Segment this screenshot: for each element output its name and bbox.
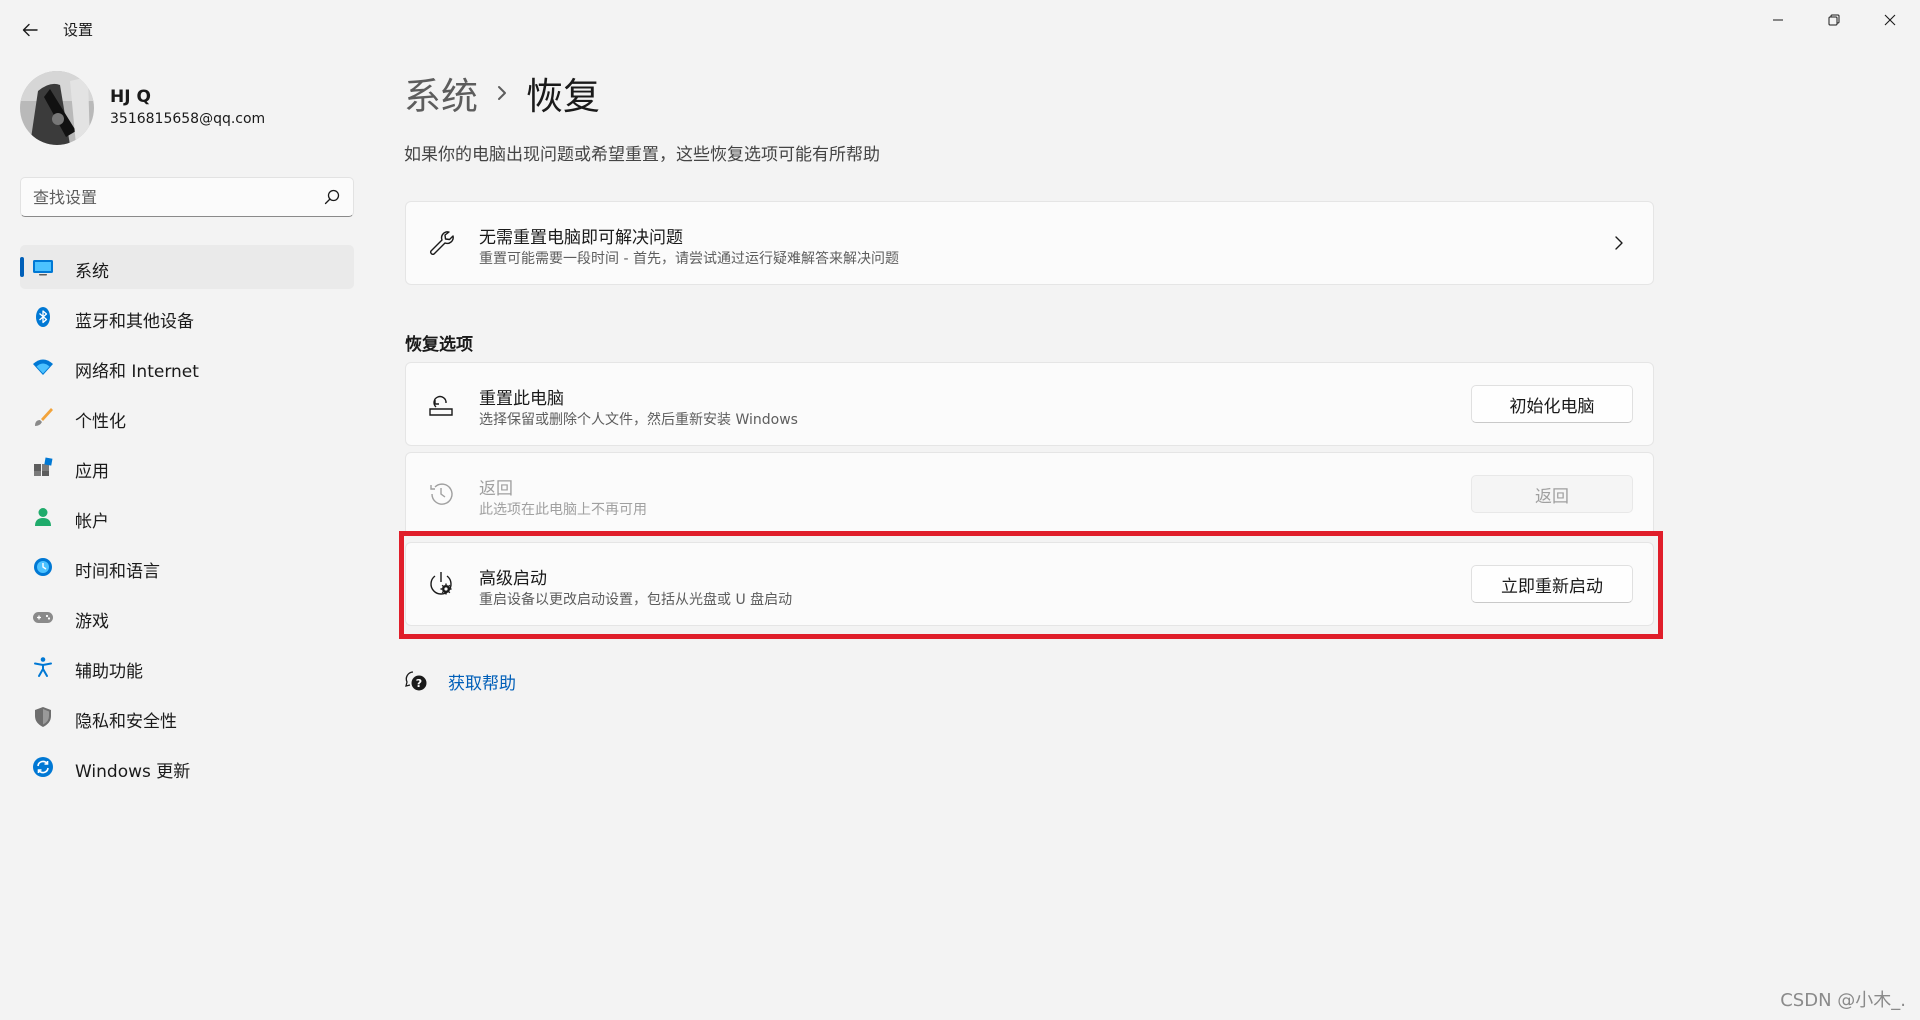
go-back-button: 返回 bbox=[1471, 475, 1633, 513]
card-title: 无需重置电脑即可解决问题 bbox=[479, 228, 683, 248]
sidebar-item-apps[interactable]: 应用 bbox=[20, 445, 354, 489]
card-description: 重启设备以更改启动设置，包括从光盘或 U 盘启动 bbox=[479, 592, 793, 608]
sidebar-item-system[interactable]: 系统 bbox=[20, 245, 354, 289]
chevron-right-icon bbox=[1611, 232, 1627, 254]
history-icon bbox=[426, 479, 456, 509]
bluetooth-icon bbox=[32, 306, 54, 328]
wrench-icon bbox=[426, 228, 456, 258]
sidebar-item-network[interactable]: 网络和 Internet bbox=[20, 345, 354, 389]
sidebar-item-gaming[interactable]: 游戏 bbox=[20, 595, 354, 639]
sidebar-item-label: 时间和语言 bbox=[75, 562, 160, 582]
page-subtitle: 如果你的电脑出现问题或希望重置，这些恢复选项可能有所帮助 bbox=[404, 145, 880, 165]
sidebar-item-label: 个性化 bbox=[75, 412, 126, 432]
card-title: 重置此电脑 bbox=[479, 389, 564, 409]
sidebar-nav: 系统 蓝牙和其他设备 网络和 Internet 个性化 应用 帐户 时间和语言 … bbox=[20, 245, 354, 795]
watermark: CSDN @小木_. bbox=[1780, 990, 1906, 1011]
back-button[interactable] bbox=[14, 14, 46, 46]
get-help-row: ? 获取帮助 bbox=[404, 666, 516, 696]
apps-icon bbox=[32, 456, 54, 478]
back-arrow-icon bbox=[22, 23, 38, 37]
user-name: HJ Q bbox=[110, 87, 151, 107]
gamepad-icon bbox=[32, 606, 54, 628]
card-description: 此选项在此电脑上不再可用 bbox=[479, 502, 647, 518]
sidebar-item-label: 游戏 bbox=[75, 612, 109, 632]
advanced-startup-card: 高级启动 重启设备以更改启动设置，包括从光盘或 U 盘启动 立即重新启动 bbox=[405, 542, 1654, 626]
restore-icon bbox=[1828, 14, 1840, 26]
sidebar-item-label: 帐户 bbox=[75, 512, 109, 532]
card-description: 重置可能需要一段时间 - 首先，请尝试通过运行疑难解答来解决问题 bbox=[479, 251, 899, 267]
breadcrumb: 系统 恢复 bbox=[404, 68, 600, 118]
sidebar-item-bluetooth[interactable]: 蓝牙和其他设备 bbox=[20, 295, 354, 339]
sidebar-item-label: 应用 bbox=[75, 462, 109, 482]
title-bar: 设置 bbox=[0, 0, 1920, 60]
close-button[interactable] bbox=[1862, 0, 1918, 40]
advanced-startup-icon bbox=[426, 569, 456, 599]
sidebar-item-label: 蓝牙和其他设备 bbox=[75, 312, 194, 332]
sidebar-item-label: 系统 bbox=[75, 262, 109, 282]
search-input[interactable] bbox=[21, 178, 323, 216]
sidebar-item-label: 网络和 Internet bbox=[75, 362, 199, 382]
reset-pc-button[interactable]: 初始化电脑 bbox=[1471, 385, 1633, 423]
reset-pc-icon bbox=[426, 389, 456, 419]
get-help-link[interactable]: 获取帮助 bbox=[448, 669, 516, 694]
section-heading: 恢复选项 bbox=[405, 335, 473, 355]
shield-icon bbox=[32, 706, 54, 728]
globe-clock-icon bbox=[32, 556, 54, 578]
sidebar-item-label: 辅助功能 bbox=[75, 662, 143, 682]
search-box[interactable] bbox=[20, 177, 354, 217]
update-icon bbox=[32, 756, 54, 778]
restart-now-button[interactable]: 立即重新启动 bbox=[1471, 565, 1633, 603]
card-title: 返回 bbox=[479, 479, 513, 499]
accessibility-icon bbox=[32, 656, 54, 678]
wifi-icon bbox=[32, 356, 54, 378]
svg-text:?: ? bbox=[416, 677, 422, 690]
help-chat-icon: ? bbox=[405, 671, 427, 691]
sidebar-item-time-language[interactable]: 时间和语言 bbox=[20, 545, 354, 589]
card-description: 选择保留或删除个人文件，然后重新安装 Windows bbox=[479, 412, 798, 428]
close-icon bbox=[1884, 14, 1896, 26]
avatar[interactable] bbox=[20, 71, 94, 145]
search-icon[interactable] bbox=[323, 188, 341, 206]
restore-button[interactable] bbox=[1806, 0, 1862, 40]
brush-icon bbox=[32, 406, 54, 428]
sidebar-item-accessibility[interactable]: 辅助功能 bbox=[20, 645, 354, 689]
card-title: 高级启动 bbox=[479, 569, 547, 589]
sidebar-item-label: 隐私和安全性 bbox=[75, 712, 177, 732]
sidebar-item-label: Windows 更新 bbox=[75, 762, 191, 782]
sidebar-item-privacy[interactable]: 隐私和安全性 bbox=[20, 695, 354, 739]
chevron-right-icon bbox=[496, 83, 508, 103]
system-icon bbox=[32, 256, 54, 278]
page-title: 恢复 bbox=[526, 75, 600, 118]
sidebar-item-accounts[interactable]: 帐户 bbox=[20, 495, 354, 539]
account-icon bbox=[32, 506, 54, 528]
app-title: 设置 bbox=[63, 21, 94, 39]
minimize-button[interactable] bbox=[1750, 0, 1806, 40]
sidebar-item-personalization[interactable]: 个性化 bbox=[20, 395, 354, 439]
troubleshoot-card[interactable]: 无需重置电脑即可解决问题 重置可能需要一段时间 - 首先，请尝试通过运行疑难解答… bbox=[405, 201, 1654, 285]
sidebar-item-windows-update[interactable]: Windows 更新 bbox=[20, 745, 354, 789]
minimize-icon bbox=[1773, 19, 1783, 21]
reset-pc-card: 重置此电脑 选择保留或删除个人文件，然后重新安装 Windows 初始化电脑 bbox=[405, 362, 1654, 446]
breadcrumb-parent[interactable]: 系统 bbox=[404, 66, 478, 120]
go-back-card: 返回 此选项在此电脑上不再可用 返回 bbox=[405, 452, 1654, 536]
user-email: 3516815658@qq.com bbox=[110, 111, 266, 127]
